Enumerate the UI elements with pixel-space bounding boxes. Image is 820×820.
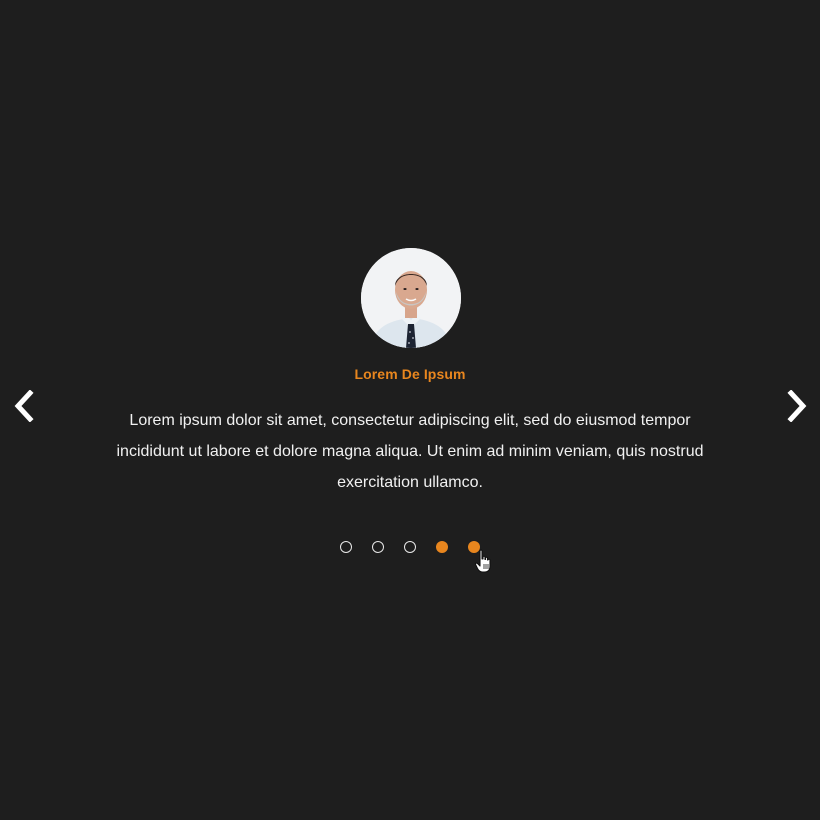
person-portrait-icon [361,248,461,348]
testimonial-carousel: Lorem De Ipsum Lorem ipsum dolor sit ame… [0,0,820,820]
previous-slide-button[interactable] [6,388,42,424]
chevron-left-icon [14,390,34,422]
pagination-dot-3[interactable] [404,541,416,553]
testimonial-author-name: Lorem De Ipsum [354,366,466,382]
pagination-dot-2[interactable] [372,541,384,553]
carousel-pagination [340,541,480,555]
testimonial-quote-text: Lorem ipsum dolor sit amet, consectetur … [116,412,704,491]
next-slide-button[interactable] [779,388,815,424]
pagination-dot-4[interactable] [436,541,448,553]
chevron-right-icon [787,390,807,422]
pagination-dot-1[interactable] [340,541,352,553]
avatar [361,248,461,348]
pagination-dot-5[interactable] [468,541,480,553]
